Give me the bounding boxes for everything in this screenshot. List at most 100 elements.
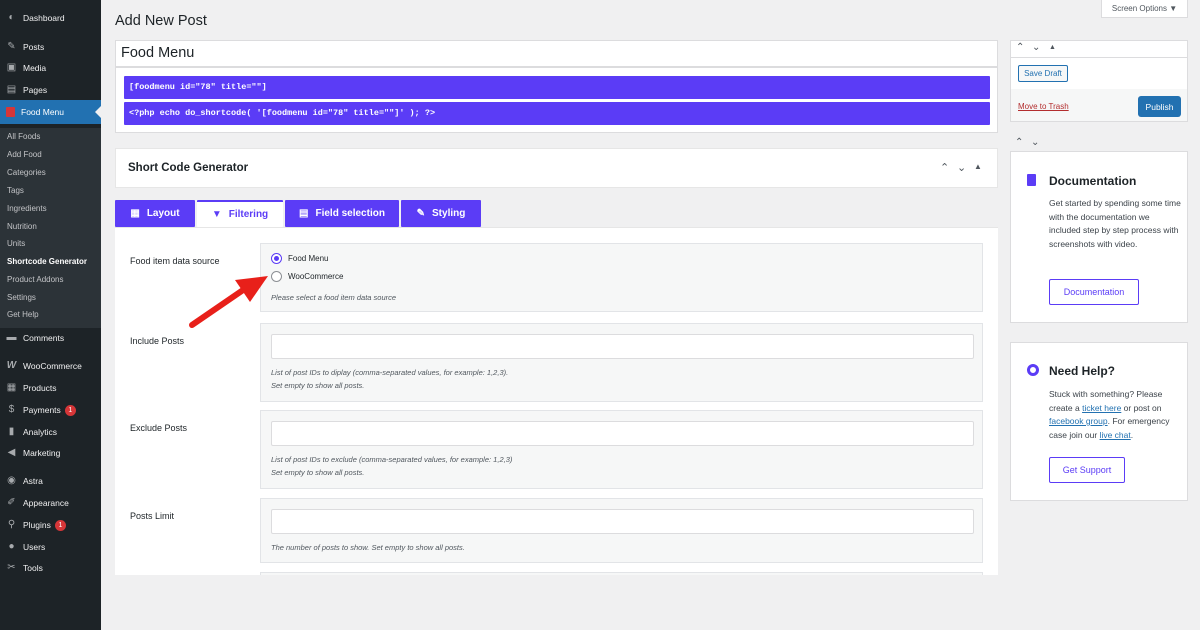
posts-limit-help: The number of posts to show. Set empty t… (271, 543, 465, 552)
tab-field-selection[interactable]: ▤ Field selection (285, 200, 399, 227)
tools-icon: ✂ (7, 562, 16, 573)
get-support-button[interactable]: Get Support (1049, 457, 1125, 483)
food-menu-submenu: All Foods Add Food Categories Tags Ingre… (0, 128, 101, 328)
posts-limit-label: Posts Limit (130, 511, 175, 521)
radio-woocommerce-label: WooCommerce (288, 272, 344, 281)
tab-label: Styling (432, 208, 466, 219)
ticket-link[interactable]: ticket here (1082, 403, 1121, 413)
collapse-toggle-icon[interactable]: ▲ (974, 162, 982, 171)
menu-item-users[interactable]: ● Users (0, 536, 101, 558)
collapse-toggle-icon[interactable]: ▲ (1049, 44, 1056, 51)
tab-label: Field selection (315, 208, 385, 219)
php-shortcode-text[interactable]: <?php echo do_shortcode( '[foodmenu id="… (124, 102, 990, 125)
menu-label: Analytics (23, 427, 58, 437)
menu-item-posts[interactable]: ✎ Posts (0, 36, 101, 58)
menu-label: Media (23, 63, 47, 73)
submenu-tags[interactable]: Tags (7, 186, 24, 195)
chevron-down-icon[interactable]: ⌄ (957, 161, 966, 174)
exclude-posts-input[interactable] (271, 421, 974, 446)
menu-item-marketing[interactable]: ◀ Marketing (0, 442, 101, 464)
comment-icon: ▬ (6, 332, 17, 343)
menu-label: Food Menu (21, 107, 64, 117)
save-draft-button[interactable]: Save Draft (1018, 65, 1068, 82)
chevron-up-icon[interactable]: ⌃ (940, 161, 949, 174)
exclude-posts-label: Exclude Posts (130, 423, 188, 433)
menu-item-woocommerce[interactable]: W WooCommerce (0, 355, 101, 377)
need-help-heading: Need Help? (1049, 364, 1116, 378)
facebook-group-link[interactable]: facebook group (1049, 416, 1108, 426)
documentation-text: Get started by spending some time with t… (1049, 198, 1181, 249)
layout-icon: ▦ (130, 208, 140, 219)
tab-styling[interactable]: ✎ Styling (401, 200, 481, 227)
filter-icon: ▼ (211, 209, 222, 220)
need-help-panel: Need Help? Stuck with something? Please … (1010, 342, 1188, 501)
include-posts-input[interactable] (271, 334, 974, 359)
support-icon (1027, 364, 1039, 376)
data-source-help: Please select a food item data source (271, 293, 397, 302)
plugins-icon: ⚲ (7, 519, 16, 530)
menu-item-pages[interactable]: ▤ Pages (0, 79, 101, 101)
payments-badge: 1 (64, 404, 76, 416)
menu-item-tools[interactable]: ✂ Tools (0, 557, 101, 579)
publish-button[interactable]: Publish (1138, 96, 1181, 117)
menu-item-payments[interactable]: $ Payments 1 (0, 399, 101, 421)
chevron-up-icon[interactable]: ⌃ (1016, 42, 1024, 53)
documentation-button[interactable]: Documentation (1049, 279, 1139, 305)
submenu-nutrition[interactable]: Nutrition (7, 222, 37, 231)
table-icon: ▤ (299, 208, 309, 219)
chevron-down-icon[interactable]: ⌄ (1032, 42, 1040, 53)
exclude-posts-help: List of post IDs to exclude (comma-separ… (271, 455, 513, 464)
screen-options-button[interactable]: Screen Options ▼ (1101, 0, 1188, 18)
menu-item-media[interactable]: ▣ Media (0, 57, 101, 79)
submenu-all-foods[interactable]: All Foods (7, 132, 40, 141)
move-to-trash-link[interactable]: Move to Trash (1018, 102, 1069, 111)
page-title: Add New Post (115, 13, 207, 29)
posts-limit-box: The number of posts to show. Set empty t… (260, 498, 983, 563)
menu-item-comments[interactable]: ▬ Comments (0, 327, 101, 349)
submenu-categories[interactable]: Categories (7, 168, 46, 177)
post-title-input[interactable]: Food Menu (115, 40, 998, 67)
shortcode-generator-header: Short Code Generator (115, 148, 998, 188)
live-chat-link[interactable]: live chat (1100, 430, 1131, 440)
appearance-icon: ✐ (7, 497, 16, 508)
documentation-panel: Documentation Get started by spending so… (1010, 151, 1188, 323)
radio-food-menu[interactable] (271, 253, 282, 264)
brush-icon: ✎ (416, 208, 426, 219)
submenu-settings[interactable]: Settings (7, 293, 36, 302)
menu-item-products[interactable]: ▦ Products (0, 377, 101, 399)
products-icon: ▦ (6, 382, 17, 393)
submenu-ingredients[interactable]: Ingredients (7, 204, 47, 213)
menu-item-analytics[interactable]: ▮ Analytics (0, 421, 101, 443)
chevron-up-icon[interactable]: ⌃ (1015, 137, 1023, 148)
include-posts-label: Include Posts (130, 336, 185, 346)
submenu-get-help[interactable]: Get Help (7, 310, 39, 319)
chevron-down-icon[interactable]: ⌄ (1031, 137, 1039, 148)
need-help-text-part: . (1130, 429, 1134, 440)
pin-icon: ✎ (7, 41, 16, 52)
shortcode-generator-title: Short Code Generator (128, 162, 249, 174)
menu-label: Products (23, 383, 57, 393)
payments-icon: $ (8, 404, 15, 415)
include-posts-help: List of post IDs to diplay (comma-separa… (271, 368, 509, 377)
submenu-shortcode-generator[interactable]: Shortcode Generator (7, 257, 87, 266)
exclude-posts-help-2: Set empty to show all posts. (271, 468, 365, 477)
tab-layout[interactable]: ▦ Layout (115, 200, 195, 227)
submenu-units[interactable]: Units (7, 239, 25, 248)
submenu-add-food[interactable]: Add Food (7, 150, 42, 159)
pages-icon: ▤ (6, 84, 17, 95)
menu-item-plugins[interactable]: ⚲ Plugins 1 (0, 514, 101, 536)
next-setting-box (260, 572, 983, 575)
menu-item-food-menu[interactable]: Food Menu (0, 100, 101, 124)
tab-label: Layout (146, 208, 180, 219)
menu-label: WooCommerce (23, 361, 82, 371)
menu-item-appearance[interactable]: ✐ Appearance (0, 492, 101, 514)
tab-filtering[interactable]: ▼ Filtering (197, 200, 283, 227)
menu-item-astra[interactable]: ◉ Astra (0, 470, 101, 492)
posts-limit-input[interactable] (271, 509, 974, 534)
analytics-icon: ▮ (8, 426, 15, 437)
menu-label: Astra (23, 476, 43, 486)
tab-label: Filtering (228, 209, 269, 220)
menu-item-dashboard[interactable]: ◐ Dashboard (0, 7, 101, 29)
submenu-product-addons[interactable]: Product Addons (7, 275, 63, 284)
shortcode-text[interactable]: [foodmenu id="78" title=""] (124, 76, 990, 99)
